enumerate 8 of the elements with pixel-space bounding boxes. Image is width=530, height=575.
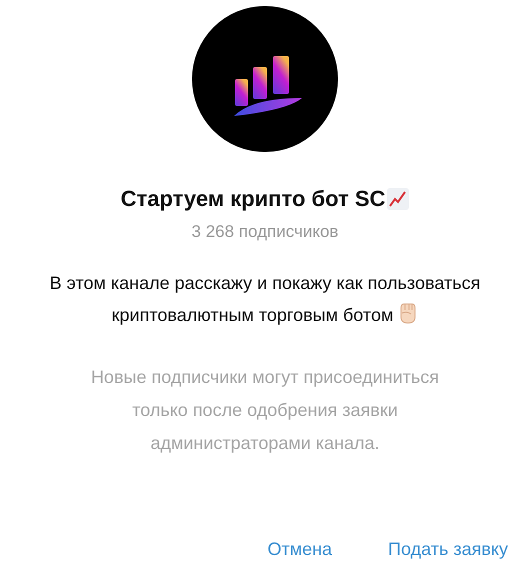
channel-description: В этом канале расскажу и покажу как пользоваться криптовалютным торговым ботом	[48, 272, 482, 327]
fist-emoji-icon	[398, 302, 418, 324]
chart-emoji-icon	[387, 188, 410, 210]
cancel-button[interactable]: Отмена	[267, 534, 332, 565]
channel-title: Стартуем крипто бот SC	[120, 185, 386, 213]
submit-request-button[interactable]: Подать заявку	[388, 534, 508, 565]
approval-note: Новые подписчики могут присоединиться только после одобрения заявки администраторами канала.	[90, 366, 440, 455]
subscriber-count: 3 268 подписчиков	[192, 221, 338, 243]
